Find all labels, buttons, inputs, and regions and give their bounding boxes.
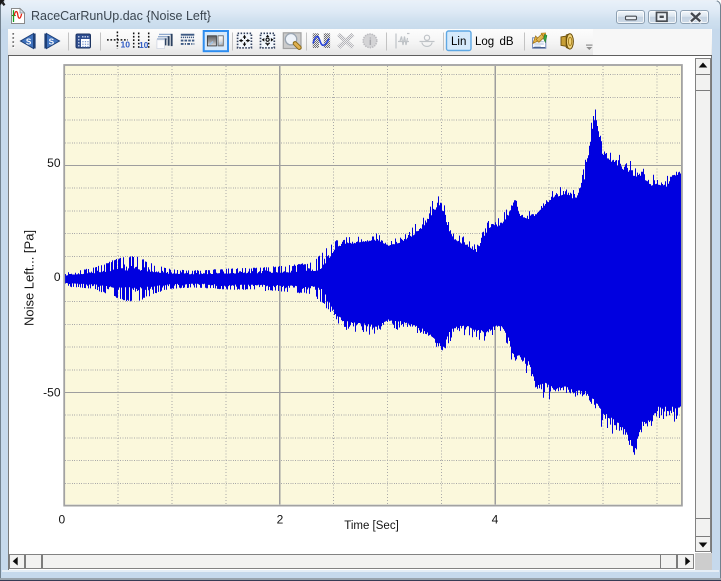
svg-text:10: 10 [139, 41, 149, 50]
svg-text:-50: -50 [43, 386, 61, 400]
svg-text:4: 4 [492, 512, 499, 526]
svg-text:S: S [26, 38, 32, 47]
svg-text:Lin: Lin [451, 36, 466, 48]
svg-text:0: 0 [58, 512, 65, 526]
svg-text:0: 0 [54, 270, 61, 284]
svg-text:Log: Log [475, 36, 494, 48]
svg-text:Time [Sec]: Time [Sec] [344, 520, 399, 532]
svg-text:S: S [49, 38, 55, 47]
svg-text:Noise Left... [Pa]: Noise Left... [Pa] [22, 230, 37, 326]
svg-text:i: i [369, 36, 372, 48]
svg-text:dB: dB [500, 36, 514, 48]
svg-text:50: 50 [47, 156, 61, 170]
svg-text:2: 2 [277, 512, 284, 526]
svg-text:10: 10 [121, 40, 131, 50]
